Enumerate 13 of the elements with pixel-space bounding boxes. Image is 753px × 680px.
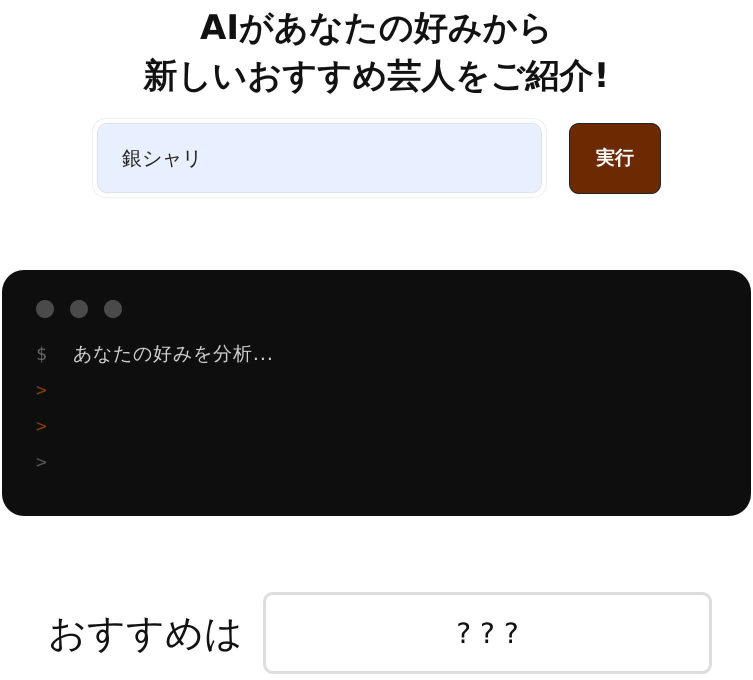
prompt-symbol: >	[36, 452, 47, 472]
window-dot-icon	[36, 300, 54, 318]
result-field: ? ? ?	[263, 592, 712, 674]
prompt-symbol: >	[36, 416, 47, 436]
prompt-symbol: $	[36, 344, 47, 364]
page-title: AIがあなたの好みから 新しいおすすめ芸人をご紹介!	[144, 7, 610, 98]
prompt-symbol: >	[36, 380, 47, 400]
result-label: おすすめは	[48, 610, 243, 656]
run-button[interactable]: 実行	[569, 122, 661, 194]
search-field[interactable]: 銀シャリ	[92, 118, 547, 198]
terminal-output: あなたの好みを分析...	[72, 342, 274, 367]
window-dot-icon	[104, 300, 122, 318]
window-dot-icon	[70, 300, 88, 318]
